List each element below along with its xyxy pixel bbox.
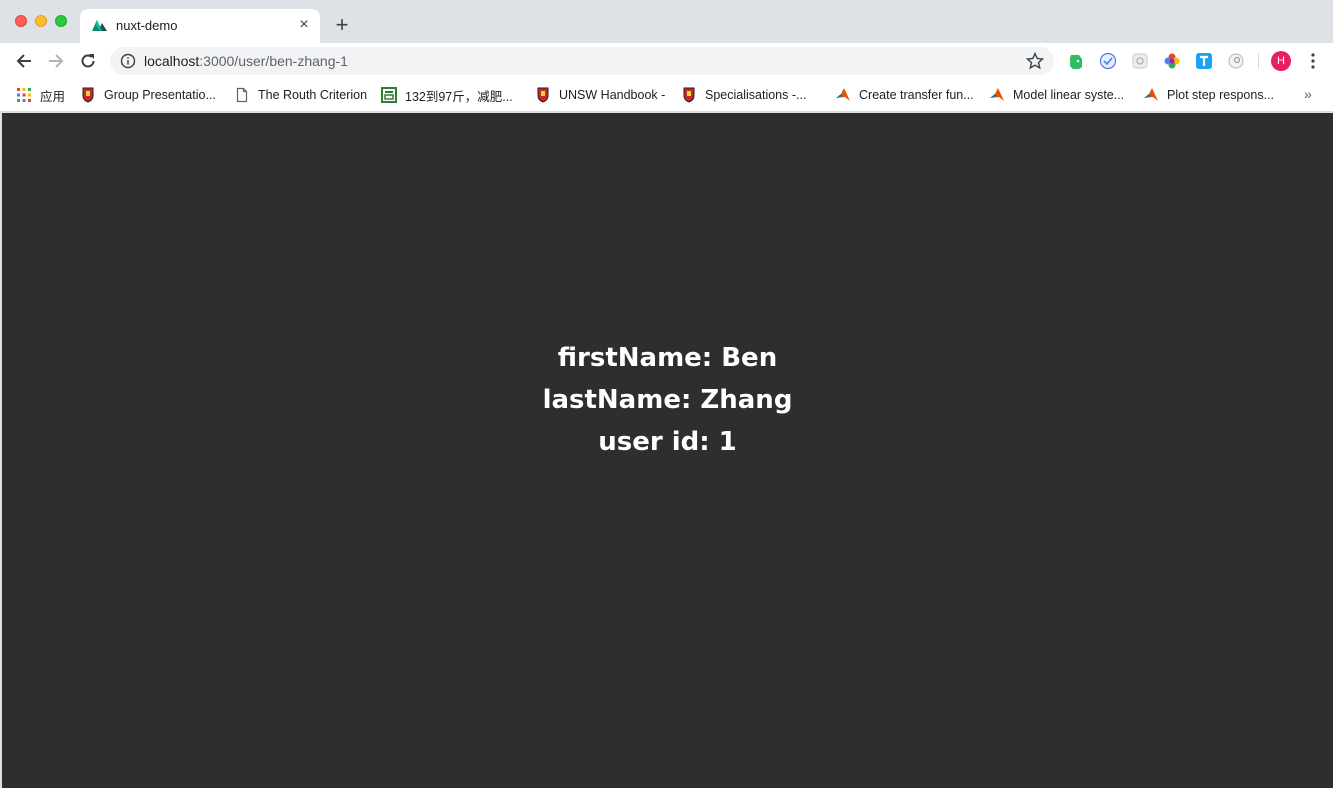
nuxt-logo-icon <box>92 20 107 31</box>
matlab-icon <box>990 88 1004 101</box>
bookmark-specialisations[interactable]: Specialisations -... <box>681 86 806 104</box>
bookmark-label: Group Presentatio... <box>104 88 216 102</box>
unsw-crest-icon <box>537 87 549 103</box>
bookmark-unsw-handbook[interactable]: UNSW Handbook - <box>535 86 665 104</box>
bookmark-routh-criterion[interactable]: The Routh Criterion <box>234 86 367 104</box>
tab-strip: nuxt-demo × + <box>0 0 1333 43</box>
user-id-text: user id: 1 <box>598 427 737 457</box>
bookmark-group-presentation[interactable]: Group Presentatio... <box>80 86 216 104</box>
profile-avatar[interactable]: H <box>1271 51 1291 71</box>
bookmark-label: Plot step respons... <box>1167 88 1275 102</box>
bookmarks-bar: 应用 Group Presentatio... The Routh Criter… <box>0 79 1333 112</box>
extension-dial-icon[interactable] <box>1227 52 1245 70</box>
color-wheel-logo <box>1164 53 1180 69</box>
bookmark-label: Model linear syste... <box>1013 88 1125 102</box>
forward-arrow-icon <box>49 54 64 68</box>
bookmark-label: 应用 <box>40 89 66 104</box>
forward-button[interactable] <box>44 49 68 73</box>
matlab-icon <box>836 88 850 101</box>
extension-gear-icon[interactable] <box>1131 52 1149 70</box>
last-name-text: lastName: Zhang <box>542 385 793 415</box>
bookmark-label: The Routh Criterion <box>258 88 368 102</box>
url-text[interactable]: localhost:3000/user/ben-zhang-1 <box>144 53 348 69</box>
first-name-text: firstName: Ben <box>557 343 778 373</box>
bookmark-label: Create transfer fun... <box>859 88 974 102</box>
address-bar[interactable]: localhost:3000/user/ben-zhang-1 <box>110 47 1054 75</box>
bookmark-label: Specialisations -... <box>705 88 807 102</box>
grey-gear-logo <box>1132 53 1148 69</box>
bookmark-weight-loss[interactable]: 132到97斤，减肥... <box>381 86 513 104</box>
url-path: :3000/user/ben-zhang-1 <box>199 53 348 69</box>
user-details: firstName: Ben lastName: Zhang user id: … <box>2 337 1333 463</box>
grey-dial-logo <box>1228 53 1244 69</box>
back-arrow-icon <box>16 54 31 68</box>
more-vert-icon[interactable] <box>1305 51 1321 71</box>
tab-title: nuxt-demo <box>116 18 178 33</box>
evernote-extension-icon[interactable] <box>1067 52 1085 70</box>
reload-button[interactable] <box>76 49 100 73</box>
extension-circle-icon[interactable] <box>1099 52 1117 70</box>
unsw-crest-icon <box>683 87 695 103</box>
matlab-icon <box>1144 88 1158 101</box>
translate-extension-icon[interactable] <box>1195 52 1213 70</box>
browser-window: nuxt-demo × + localhost:3000/user/ben-zh… <box>0 0 1333 788</box>
tab-nuxt-demo[interactable]: nuxt-demo × <box>80 9 320 43</box>
minimize-window-button[interactable] <box>35 15 47 27</box>
close-window-button[interactable] <box>15 15 27 27</box>
bookmark-label: 132到97斤，减肥... <box>405 89 513 104</box>
url-host: localhost <box>144 53 200 69</box>
new-tab-button[interactable]: + <box>331 14 353 36</box>
tab-close-icon[interactable]: × <box>294 15 314 35</box>
color-picker-extension-icon[interactable] <box>1163 52 1181 70</box>
bookmark-apps[interactable]: 应用 <box>16 86 65 104</box>
bookmark-star-icon[interactable] <box>1026 52 1044 70</box>
page-viewport: firstName: Ben lastName: Zhang user id: … <box>2 113 1333 788</box>
blue-t-logo <box>1196 53 1212 69</box>
toolbar-separator <box>1258 53 1259 69</box>
bookmark-model-linear-system[interactable]: Model linear syste... <box>989 86 1124 104</box>
evernote-logo <box>1070 55 1082 69</box>
document-icon <box>236 87 248 103</box>
bookmarks-overflow-button[interactable]: » <box>1304 86 1312 102</box>
unsw-crest-icon <box>82 87 94 103</box>
blue-circle-logo <box>1099 52 1117 70</box>
bookmark-plot-step-response[interactable]: Plot step respons... <box>1143 86 1274 104</box>
site-info-icon[interactable] <box>120 53 136 69</box>
bookmark-create-transfer-function[interactable]: Create transfer fun... <box>835 86 974 104</box>
reload-icon <box>81 54 95 68</box>
back-button[interactable] <box>12 49 36 73</box>
maximize-window-button[interactable] <box>55 15 67 27</box>
toolbar: localhost:3000/user/ben-zhang-1 H <box>0 43 1333 79</box>
bookmark-label: UNSW Handbook - <box>559 88 666 102</box>
apps-grid-icon <box>17 88 31 102</box>
green-site-icon <box>381 87 397 103</box>
